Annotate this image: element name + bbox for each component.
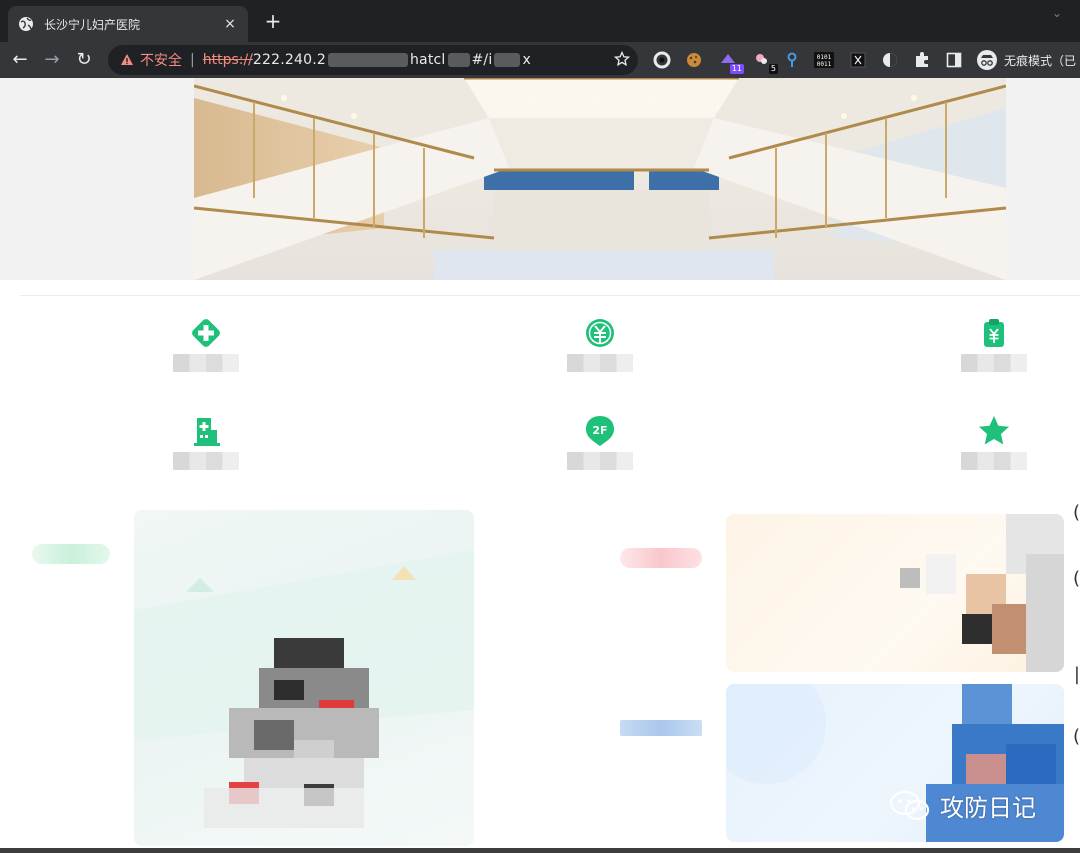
service-label xyxy=(173,354,239,372)
sidebar-icon[interactable] xyxy=(944,50,964,70)
service-label xyxy=(567,452,633,470)
incognito-label: 无痕模式（已 xyxy=(1004,53,1077,68)
service-label xyxy=(567,354,633,372)
extension-square-icon[interactable] xyxy=(848,50,868,70)
wechat-icon xyxy=(889,790,930,820)
star-icon[interactable] xyxy=(614,51,630,67)
service-item[interactable] xyxy=(560,316,640,386)
feature-card-top-right[interactable] xyxy=(726,514,1064,672)
browser-tab-strip: 长沙宁儿妇产医院 × + ⌄ xyxy=(0,0,1080,42)
redacted-block xyxy=(447,53,470,67)
url-host: 222.240.2 xyxy=(252,52,326,68)
service-item[interactable] xyxy=(954,414,1034,484)
tab-search-icon[interactable]: ⌄ xyxy=(1052,6,1062,20)
url-path: hatcl xyxy=(409,52,446,68)
close-tab-icon[interactable]: × xyxy=(222,16,238,32)
extension-candy-icon[interactable]: 5 xyxy=(752,50,778,74)
service-item[interactable] xyxy=(954,316,1034,386)
yuan-coin-icon xyxy=(586,319,614,347)
clipboard-yuan-icon xyxy=(984,319,1004,347)
url-hash: #/i xyxy=(471,52,493,68)
address-bar[interactable]: 不安全 | https:// 222.240.2 hatcl #/i x xyxy=(108,45,638,75)
cookie-icon[interactable] xyxy=(684,50,704,70)
url-separator: | xyxy=(190,52,195,68)
browser-toolbar: ← → ↻ 不安全 | https:// 222.240.2 hatcl #/i… xyxy=(0,42,1080,78)
extension-circle-icon[interactable] xyxy=(880,50,900,70)
section-label-blurred xyxy=(32,544,110,564)
location-pin-icon[interactable] xyxy=(782,50,802,70)
service-item[interactable]: 2F xyxy=(560,414,640,484)
watermark-text: 攻防日记 xyxy=(940,794,1036,822)
divider xyxy=(20,295,1080,296)
bottom-border xyxy=(0,848,1080,853)
edge-text-fragment: | xyxy=(1073,664,1080,685)
url-scheme: https:// xyxy=(202,52,253,68)
floor-2f-icon: 2F xyxy=(586,416,614,446)
svg-text:0011: 0011 xyxy=(817,61,832,68)
redacted-block xyxy=(327,53,408,67)
hospital-banner-image xyxy=(194,78,1006,280)
back-button[interactable]: ← xyxy=(8,48,32,72)
svg-text:2F: 2F xyxy=(592,424,607,437)
forward-button[interactable]: → xyxy=(40,48,64,72)
section-label-blurred xyxy=(620,720,702,736)
warning-icon xyxy=(121,54,133,65)
edge-text-fragment: ( xyxy=(1072,568,1080,589)
puzzle-icon[interactable] xyxy=(912,50,932,70)
svg-text:0101: 0101 xyxy=(817,54,832,61)
binary-icon[interactable]: 0101 0011 xyxy=(814,50,834,70)
edge-text-fragment: ( xyxy=(1072,502,1080,523)
security-status[interactable]: 不安全 xyxy=(140,50,182,70)
globe-icon xyxy=(19,17,33,31)
reload-button[interactable]: ↻ xyxy=(72,48,96,72)
incognito-indicator[interactable]: 无痕模式（已 xyxy=(976,49,1076,71)
url-tail: x xyxy=(522,52,531,68)
feature-card-left[interactable] xyxy=(134,510,474,846)
section-label-blurred xyxy=(620,548,702,568)
web-page: 2F ((| (攻防日记 xyxy=(0,78,1080,853)
service-item[interactable] xyxy=(166,316,246,386)
browser-tab[interactable]: 长沙宁儿妇产医院 × xyxy=(8,6,248,42)
extension-ring-icon[interactable] xyxy=(652,50,672,70)
service-item[interactable] xyxy=(166,414,246,484)
service-label xyxy=(961,354,1027,372)
new-tab-button[interactable]: + xyxy=(262,9,284,33)
service-label xyxy=(173,452,239,470)
incognito-icon xyxy=(977,50,997,70)
star-favorite-icon xyxy=(979,416,1009,445)
extension-badge-count: 11 xyxy=(729,64,744,74)
wechat-watermark: 攻防日记 xyxy=(888,788,1036,823)
hospital-building-icon xyxy=(194,418,220,446)
service-label xyxy=(961,452,1027,470)
extension-badge-count: 5 xyxy=(768,64,778,74)
medical-cross-icon xyxy=(192,319,220,347)
tab-title: 长沙宁儿妇产医院 xyxy=(44,17,141,32)
edge-text-fragment: ( xyxy=(1072,726,1080,747)
extension-hat-icon[interactable]: 11 xyxy=(718,50,744,74)
redacted-block xyxy=(494,53,521,67)
